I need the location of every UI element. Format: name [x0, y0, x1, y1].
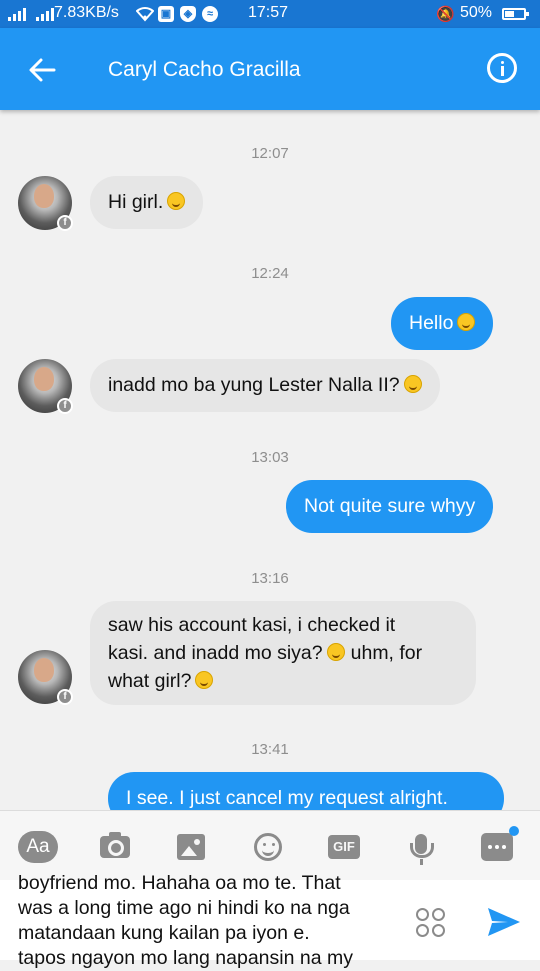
- message-thread[interactable]: 12:07 f Hi girl. 12:24 Hello f inadd mo …: [0, 110, 540, 810]
- status-bar: 7.83KB/s ▣ ◈ ≈ 17:57 🔕 50%: [0, 0, 540, 28]
- smile-emoji-icon: [403, 375, 422, 393]
- timestamp: 13:41: [251, 741, 289, 758]
- timestamp: 12:24: [251, 265, 289, 282]
- emoji-icon[interactable]: [248, 831, 288, 863]
- message-input[interactable]: boyfriend mo. Hahaha oa mo te. That was …: [18, 871, 390, 971]
- text-format-button[interactable]: Aa: [18, 831, 58, 863]
- notification-dot: [509, 826, 519, 836]
- app-notification-icon: ▣: [158, 6, 174, 22]
- sticker-icon[interactable]: [416, 908, 448, 940]
- more-options-icon[interactable]: [477, 831, 517, 863]
- incoming-message[interactable]: inadd mo ba yung Lester Nalla II?: [90, 359, 440, 412]
- wink-smile-emoji-icon: [195, 671, 214, 689]
- gif-button[interactable]: GIF: [324, 831, 364, 863]
- back-arrow-icon[interactable]: [26, 54, 58, 86]
- outgoing-message[interactable]: Not quite sure whyy: [286, 480, 494, 533]
- timestamp: 12:07: [251, 145, 289, 162]
- contact-name[interactable]: Caryl Cacho Gracilla: [108, 58, 301, 82]
- timestamp: 13:16: [251, 570, 289, 587]
- camera-icon[interactable]: [95, 831, 135, 863]
- gallery-image-icon[interactable]: [171, 831, 211, 863]
- timestamp: 13:03: [251, 449, 289, 466]
- incoming-message[interactable]: saw his account kasi, i checked it kasi.…: [90, 601, 476, 705]
- messenger-badge-icon: f: [57, 398, 73, 414]
- smile-emoji-icon: [457, 313, 476, 331]
- microphone-icon[interactable]: [401, 831, 441, 865]
- outgoing-message[interactable]: Hello: [391, 297, 494, 350]
- message-composer[interactable]: boyfriend mo. Hahaha oa mo te. That was …: [0, 872, 540, 969]
- shield-icon: ◈: [180, 6, 196, 22]
- avatar[interactable]: f: [18, 176, 73, 231]
- avatar[interactable]: f: [18, 359, 73, 414]
- network-speed: 7.83KB/s: [54, 4, 119, 21]
- info-icon[interactable]: [487, 53, 517, 83]
- signal-icon: [8, 7, 54, 21]
- battery-icon: [502, 8, 529, 20]
- messenger-badge-icon: f: [57, 689, 73, 705]
- wink-smile-emoji-icon: [167, 192, 186, 210]
- status-time: 17:57: [248, 4, 289, 21]
- mute-bell-icon: 🔕: [436, 6, 455, 23]
- messenger-badge-icon: f: [57, 215, 73, 231]
- incoming-message[interactable]: Hi girl.: [90, 176, 204, 229]
- blush-smile-emoji-icon: [326, 643, 345, 661]
- wifi-icon: [136, 7, 154, 22]
- conversation-header: Caryl Cacho Gracilla: [0, 28, 540, 110]
- outgoing-message[interactable]: I see. I just cancel my request alright.: [108, 772, 504, 810]
- messenger-icon: ≈: [202, 6, 218, 22]
- battery-percent: 50%: [460, 4, 493, 21]
- send-icon[interactable]: [486, 906, 522, 938]
- avatar[interactable]: f: [18, 650, 73, 705]
